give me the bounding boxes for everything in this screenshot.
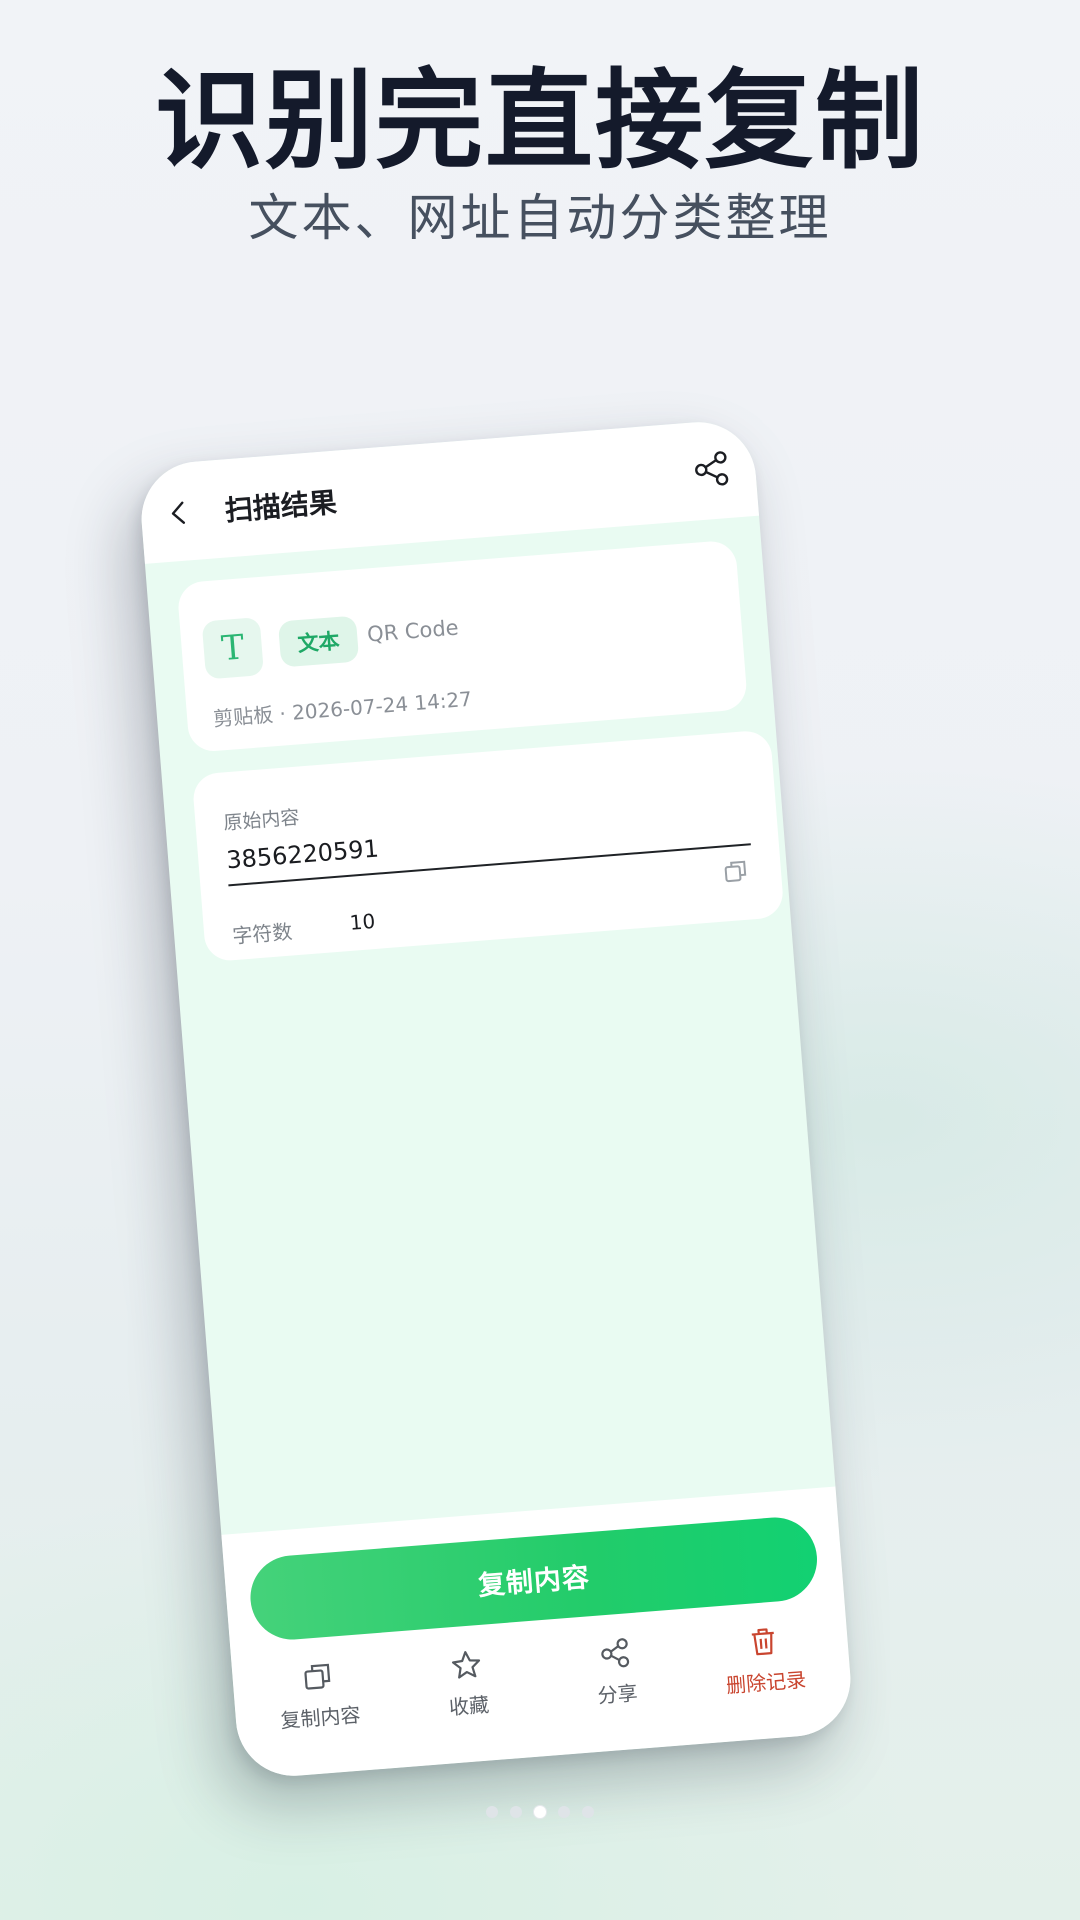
action-share-label: 分享 — [596, 1680, 639, 1708]
raw-content-card: 原始内容 3856220591 字符数 10 — [191, 729, 785, 963]
chevron-left-icon[interactable] — [164, 498, 194, 528]
char-count-value: 10 — [348, 908, 377, 935]
page-indicator — [0, 1806, 1080, 1818]
result-info-card: T 文本 QR Code 剪贴板 · 2026-07-24 14:27 — [176, 539, 749, 753]
page-title: 扫描结果 — [223, 485, 338, 528]
share-icon — [600, 1638, 629, 1668]
action-favorite[interactable]: 收藏 — [400, 1643, 535, 1724]
phone-screen: 扫描结果 T 文本 QR Code 剪贴板 · 2026-07-24 14:27… — [137, 417, 855, 1781]
page-dot — [558, 1806, 570, 1818]
page-dot — [486, 1806, 498, 1818]
copy-content-button[interactable]: 复制内容 — [247, 1514, 821, 1643]
page-dot-active — [534, 1806, 546, 1818]
action-favorite-label: 收藏 — [448, 1692, 490, 1720]
action-delete[interactable]: 删除记录 — [697, 1620, 832, 1701]
action-copy[interactable]: 复制内容 — [251, 1655, 386, 1736]
share-icon[interactable] — [690, 448, 733, 491]
action-share[interactable]: 分享 — [548, 1631, 683, 1712]
bottom-action-area: 复制内容 复制内容 收藏 分享 删除记录 — [221, 1486, 855, 1781]
action-bar: 复制内容 收藏 分享 删除记录 — [242, 1619, 843, 1755]
star-icon — [451, 1651, 480, 1679]
copy-icon — [303, 1663, 330, 1690]
format-label: QR Code — [366, 615, 460, 647]
text-type-icon: T — [201, 617, 265, 680]
promo-headline: 识别完直接复制 — [154, 59, 925, 184]
copy-icon[interactable] — [722, 857, 750, 885]
page-dot — [510, 1806, 522, 1818]
type-badge: 文本 — [277, 615, 360, 668]
char-count-label: 字符数 — [231, 919, 294, 949]
action-delete-label: 删除记录 — [725, 1667, 807, 1698]
raw-content-value[interactable]: 3856220591 — [225, 834, 379, 874]
raw-content-label: 原始内容 — [222, 806, 301, 835]
trash-icon — [751, 1628, 774, 1656]
page-dot — [582, 1806, 594, 1818]
promo-subline: 文本、网址自动分类整理 — [248, 189, 832, 247]
action-copy-label: 复制内容 — [279, 1702, 362, 1733]
source-time: 剪贴板 · 2026-07-24 14:27 — [212, 686, 473, 731]
app-bar: 扫描结果 — [137, 417, 760, 564]
